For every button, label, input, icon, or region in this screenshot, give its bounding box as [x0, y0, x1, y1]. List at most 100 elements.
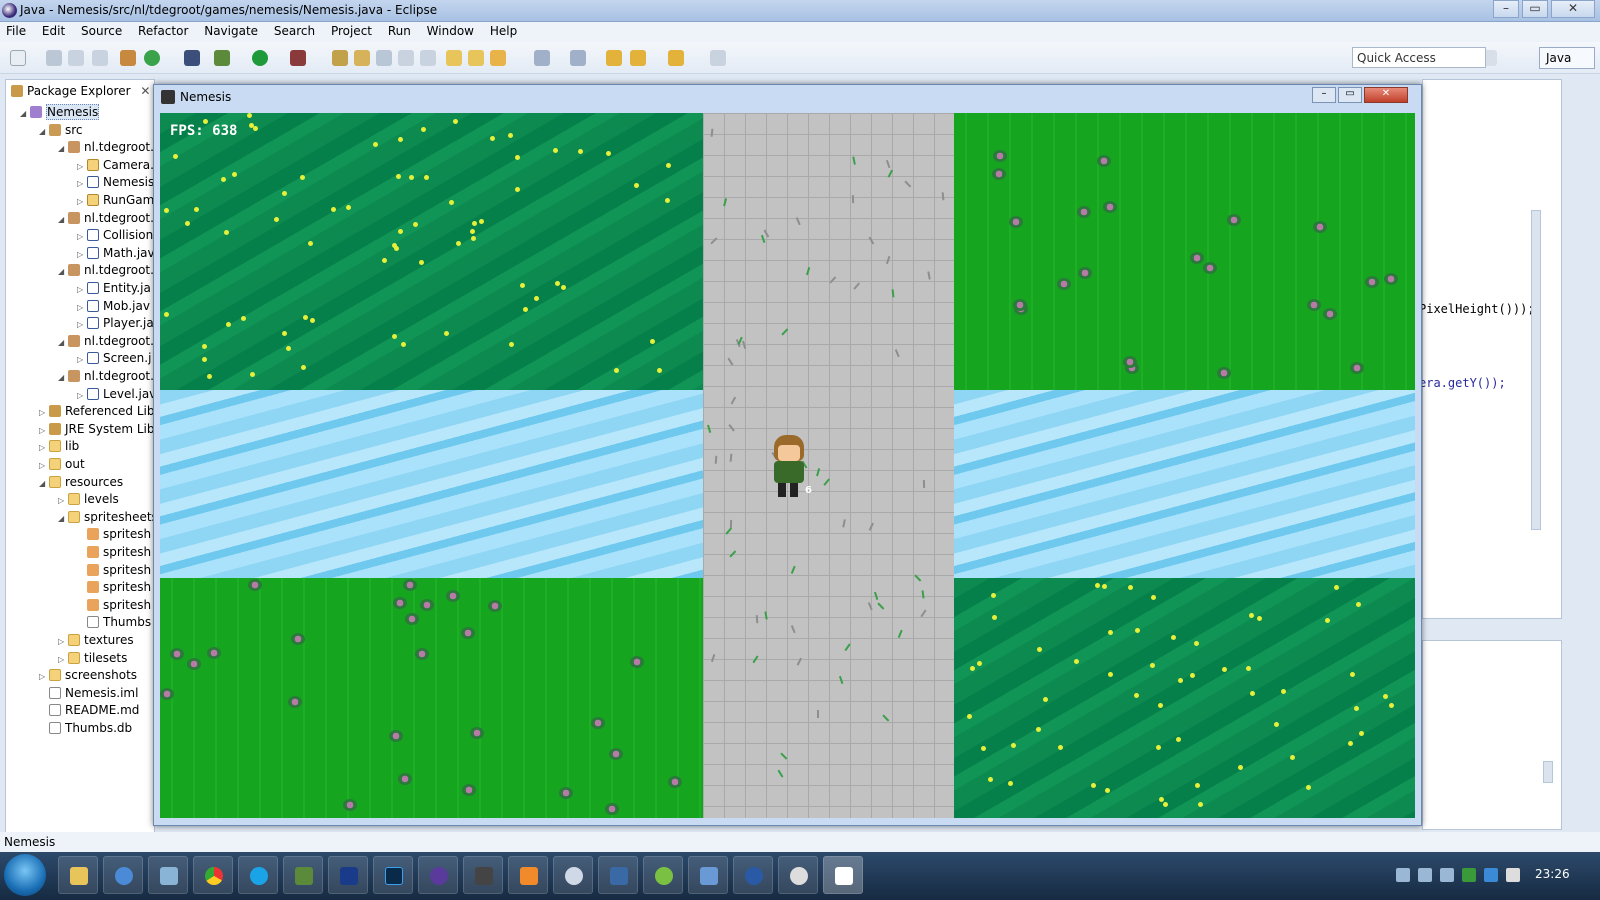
- collapsed-arrow-icon[interactable]: ▷: [39, 457, 49, 474]
- expanded-arrow-icon[interactable]: ◢: [39, 475, 49, 492]
- network-icon[interactable]: [1440, 868, 1454, 882]
- taskbar-chrome[interactable]: [193, 856, 233, 894]
- maximize-button[interactable]: ▭: [1522, 0, 1548, 18]
- collapsed-arrow-icon[interactable]: ▷: [77, 281, 87, 298]
- tree-item[interactable]: ◢ nl.tdegroot.: [58, 262, 154, 280]
- collapsed-arrow-icon[interactable]: ▷: [39, 422, 49, 439]
- collapsed-arrow-icon[interactable]: ▷: [77, 228, 87, 245]
- taskbar-app[interactable]: [553, 856, 593, 894]
- game-minimize-button[interactable]: –: [1312, 87, 1336, 103]
- menu-search[interactable]: Search: [268, 22, 321, 40]
- collapsed-arrow-icon[interactable]: ▷: [77, 193, 87, 210]
- collapsed-arrow-icon[interactable]: ▷: [58, 651, 68, 668]
- game-canvas[interactable]: FPS: 638 6: [160, 113, 1415, 818]
- menu-run[interactable]: Run: [382, 22, 417, 40]
- block-icon[interactable]: [420, 50, 436, 66]
- open-type-icon[interactable]: [354, 50, 370, 66]
- tree-item[interactable]: spritesh: [77, 597, 151, 614]
- taskbar-app[interactable]: [328, 856, 368, 894]
- collapsed-arrow-icon[interactable]: ▷: [58, 492, 68, 509]
- expanded-arrow-icon[interactable]: ◢: [58, 263, 68, 280]
- package-icon[interactable]: [120, 50, 136, 66]
- expanded-arrow-icon[interactable]: ◢: [39, 123, 49, 140]
- tree-item[interactable]: ▷ Level.jav: [77, 386, 154, 404]
- tree-item[interactable]: ▷ textures: [58, 632, 134, 650]
- taskbar-spotify[interactable]: [643, 856, 683, 894]
- tree-item[interactable]: ▷ tilesets: [58, 650, 127, 668]
- taskbar-app[interactable]: [148, 856, 188, 894]
- collapsed-arrow-icon[interactable]: ▷: [77, 316, 87, 333]
- tree-item[interactable]: ▷ Entity.ja: [77, 280, 151, 298]
- skip-breakpoints-icon[interactable]: [184, 50, 200, 66]
- java-perspective-button[interactable]: Java: [1539, 47, 1595, 69]
- tree-item[interactable]: ◢ nl.tdegroot.: [58, 210, 154, 228]
- close-tab-icon[interactable]: ✕: [140, 84, 150, 98]
- tree-item[interactable]: spritesh: [77, 544, 151, 561]
- collapsed-arrow-icon[interactable]: ▷: [77, 246, 87, 263]
- taskbar-explorer[interactable]: [58, 856, 98, 894]
- taskbar-app[interactable]: [103, 856, 143, 894]
- editor-scrollbar[interactable]: [1531, 210, 1541, 530]
- toggle-icon[interactable]: [376, 50, 392, 66]
- taskbar-app[interactable]: [778, 856, 818, 894]
- expanded-arrow-icon[interactable]: ◢: [58, 140, 68, 157]
- tray-icon[interactable]: [1396, 868, 1410, 882]
- next-annotation-icon[interactable]: [534, 50, 550, 66]
- new-class-icon[interactable]: [332, 50, 348, 66]
- collapsed-arrow-icon[interactable]: ▷: [77, 175, 87, 192]
- tree-item[interactable]: ▷ Collision: [77, 227, 153, 245]
- new-icon[interactable]: [10, 50, 26, 66]
- open-folder-icon[interactable]: [446, 50, 462, 66]
- tray-icon[interactable]: [1506, 868, 1520, 882]
- tree-item[interactable]: ◢ spritesheets: [58, 509, 154, 527]
- search-icon[interactable]: [490, 50, 506, 66]
- debug-icon[interactable]: [214, 50, 230, 66]
- tree-item[interactable]: ▷ Referenced Libr: [39, 403, 154, 421]
- tree-item[interactable]: ▷ RunGam: [77, 192, 154, 210]
- collapsed-arrow-icon[interactable]: ▷: [39, 668, 49, 685]
- expanded-arrow-icon[interactable]: ◢: [58, 369, 68, 386]
- tree-item[interactable]: ▷ Nemesis: [77, 174, 154, 192]
- collapsed-arrow-icon[interactable]: ▷: [39, 439, 49, 456]
- console-scrollbar[interactable]: [1543, 761, 1553, 783]
- taskbar-photoshop[interactable]: [373, 856, 413, 894]
- tree-item[interactable]: ▷ Player.ja: [77, 315, 154, 333]
- run-icon[interactable]: [252, 50, 268, 66]
- forward-icon[interactable]: [668, 50, 684, 66]
- taskbar-intellij[interactable]: [463, 856, 503, 894]
- collapsed-arrow-icon[interactable]: ▷: [77, 387, 87, 404]
- tree-item[interactable]: spritesh: [77, 579, 151, 596]
- collapsed-arrow-icon[interactable]: ▷: [77, 299, 87, 316]
- expanded-arrow-icon[interactable]: ◢: [58, 334, 68, 351]
- print-icon[interactable]: [92, 50, 108, 66]
- tree-item[interactable]: ▷ Mob.jav: [77, 298, 150, 316]
- taskbar-app[interactable]: [508, 856, 548, 894]
- taskbar-app[interactable]: [598, 856, 638, 894]
- taskbar-java-game[interactable]: [823, 856, 863, 894]
- tree-item[interactable]: spritesh: [77, 562, 151, 579]
- save-all-icon[interactable]: [68, 50, 84, 66]
- collapsed-arrow-icon[interactable]: ▷: [39, 404, 49, 421]
- tree-item[interactable]: ◢ Nemesis: [20, 104, 100, 122]
- start-button[interactable]: [4, 854, 46, 896]
- taskbar-eclipse[interactable]: [418, 856, 458, 894]
- last-edit-icon[interactable]: [606, 50, 622, 66]
- tree-item[interactable]: README.md: [39, 702, 139, 719]
- tree-item[interactable]: Thumbs.db: [39, 720, 132, 737]
- tree-item[interactable]: ◢ src: [39, 122, 83, 140]
- expanded-arrow-icon[interactable]: ◢: [58, 510, 68, 527]
- tree-item[interactable]: ▷ Screen.j: [77, 350, 151, 368]
- collapsed-arrow-icon[interactable]: ▷: [77, 351, 87, 368]
- tree-item[interactable]: ◢ nl.tdegroot.: [58, 368, 154, 386]
- minimize-button[interactable]: –: [1493, 0, 1519, 18]
- collapsed-arrow-icon[interactable]: ▷: [58, 633, 68, 650]
- collapsed-arrow-icon[interactable]: ▷: [77, 158, 87, 175]
- close-button[interactable]: ✕: [1551, 0, 1595, 18]
- tree-item[interactable]: ▷ levels: [58, 491, 119, 509]
- menu-help[interactable]: Help: [484, 22, 523, 40]
- quick-access-input[interactable]: Quick Access: [1352, 47, 1486, 68]
- menu-source[interactable]: Source: [75, 22, 128, 40]
- tree-item[interactable]: spritesh: [77, 526, 151, 543]
- tray-icon[interactable]: [1462, 868, 1476, 882]
- taskbar-skype[interactable]: [238, 856, 278, 894]
